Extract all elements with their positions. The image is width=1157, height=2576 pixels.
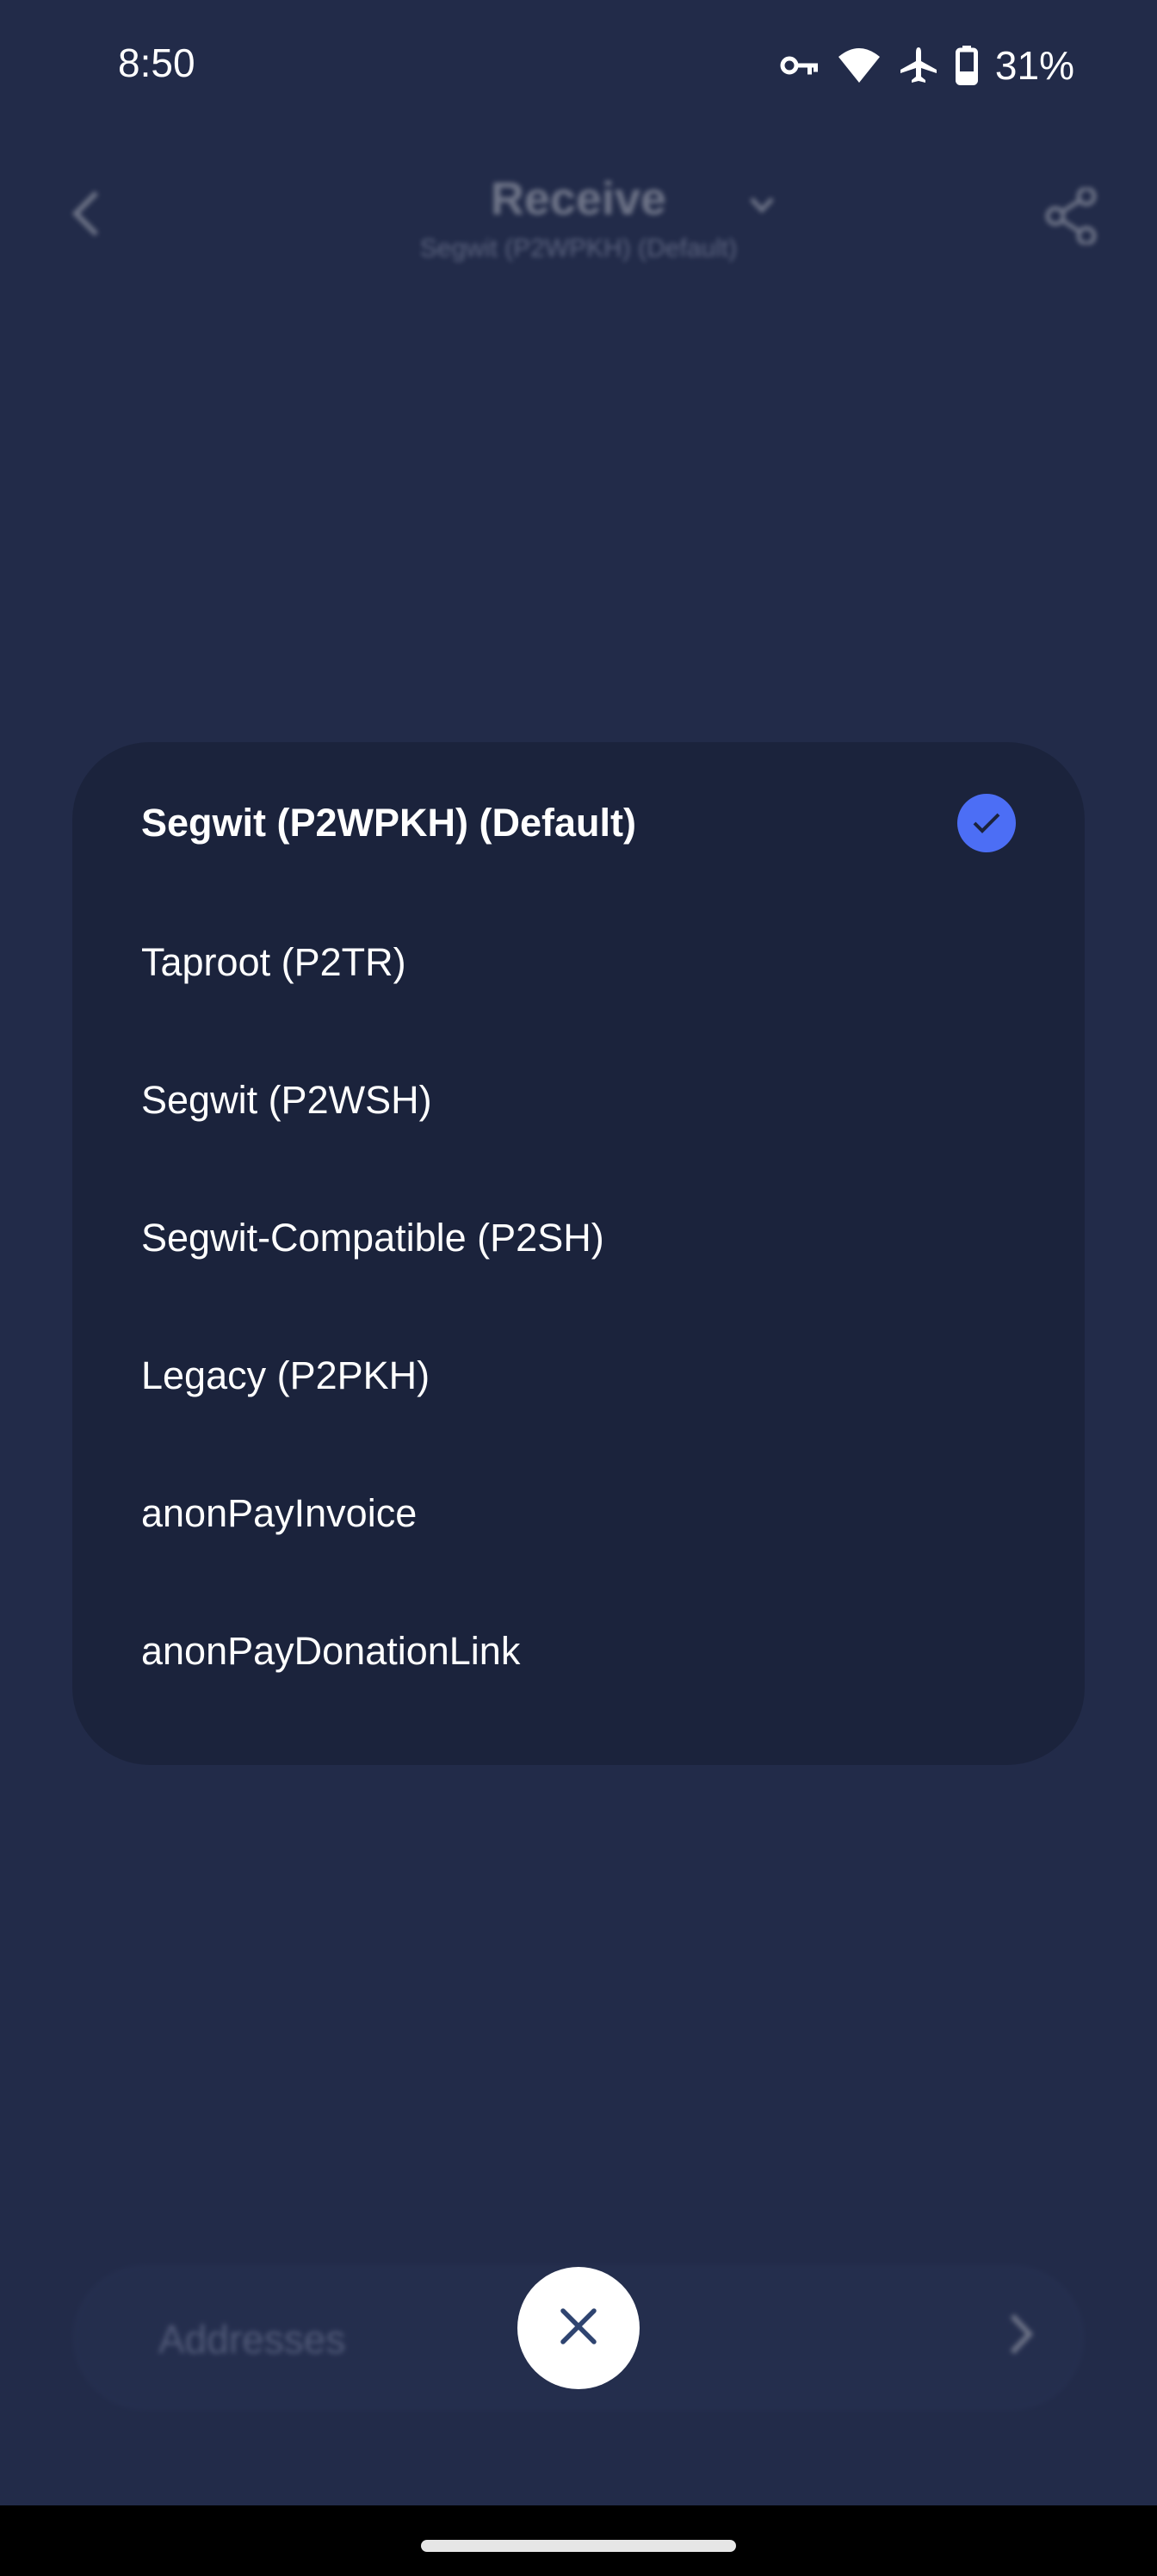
- page-title: Receive: [490, 173, 667, 225]
- picker-item-legacy-p2pkh[interactable]: Legacy (P2PKH): [141, 1324, 1016, 1427]
- page-subtitle: Segwit (P2WPKH) (Default): [419, 234, 738, 263]
- picker-item-label: Taproot (P2TR): [141, 940, 406, 984]
- picker-item-label: Segwit-Compatible (P2SH): [141, 1216, 604, 1260]
- share-icon: [1045, 186, 1097, 249]
- picker-item-label: Segwit (P2WPKH) (Default): [141, 801, 637, 845]
- picker-item-label: anonPayInvoice: [141, 1491, 418, 1535]
- picker-item-label: anonPayDonationLink: [141, 1629, 521, 1673]
- checkmark-icon: [957, 794, 1016, 852]
- picker-item-taproot-p2tr[interactable]: Taproot (P2TR): [141, 911, 1016, 1014]
- picker-item-segwit-compatible-p2sh[interactable]: Segwit-Compatible (P2SH): [141, 1186, 1016, 1290]
- close-icon: [559, 2307, 598, 2350]
- picker-item-segwit-p2wpkh[interactable]: Segwit (P2WPKH) (Default): [141, 771, 1016, 875]
- chevron-right-icon: [1007, 2313, 1034, 2360]
- picker-item-anonpay-invoice[interactable]: anonPayInvoice: [141, 1462, 1016, 1565]
- addresses-label: Addresses: [158, 2317, 346, 2362]
- address-type-picker: Segwit (P2WPKH) (Default) Taproot (P2TR)…: [72, 742, 1085, 1765]
- picker-item-anonpay-donation-link[interactable]: anonPayDonationLink: [141, 1600, 1016, 1703]
- picker-item-label: Segwit (P2WSH): [141, 1078, 432, 1122]
- picker-item-segwit-p2wsh[interactable]: Segwit (P2WSH): [141, 1049, 1016, 1152]
- home-gesture-handle[interactable]: [421, 2540, 736, 2552]
- close-button[interactable]: [517, 2267, 640, 2389]
- picker-item-label: Legacy (P2PKH): [141, 1353, 430, 1397]
- navigation-bar: [0, 2505, 1157, 2576]
- chevron-down-icon: [749, 196, 775, 218]
